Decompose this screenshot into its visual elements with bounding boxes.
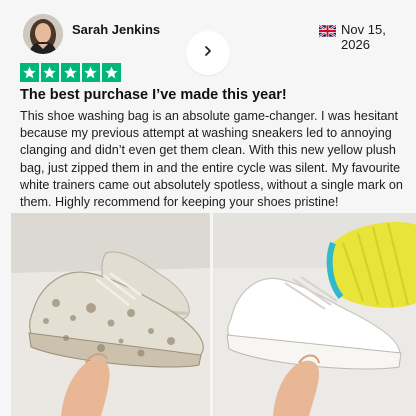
star-rating (20, 63, 121, 82)
chevron-right-icon (203, 44, 213, 62)
next-review-button[interactable] (186, 31, 230, 75)
dirty-sneakers-photo[interactable] (11, 213, 210, 416)
star-icon (40, 63, 59, 82)
uk-flag-icon (318, 24, 337, 38)
star-icon (61, 63, 80, 82)
star-icon (102, 63, 121, 82)
review-title: The best purchase I’ve made this year! (20, 87, 287, 103)
review-date: Nov 15, 2026 (341, 22, 386, 52)
review-card: Sarah Jenkins Nov 15, 2026 The best purc… (0, 0, 416, 416)
avatar[interactable] (23, 14, 63, 54)
star-icon (81, 63, 100, 82)
star-icon (20, 63, 39, 82)
review-body: This shoe washing bag is an absolute gam… (20, 109, 403, 210)
reviewer-name[interactable]: Sarah Jenkins (72, 22, 160, 37)
review-photos (0, 213, 416, 416)
clean-sneaker-photo[interactable] (213, 213, 416, 416)
